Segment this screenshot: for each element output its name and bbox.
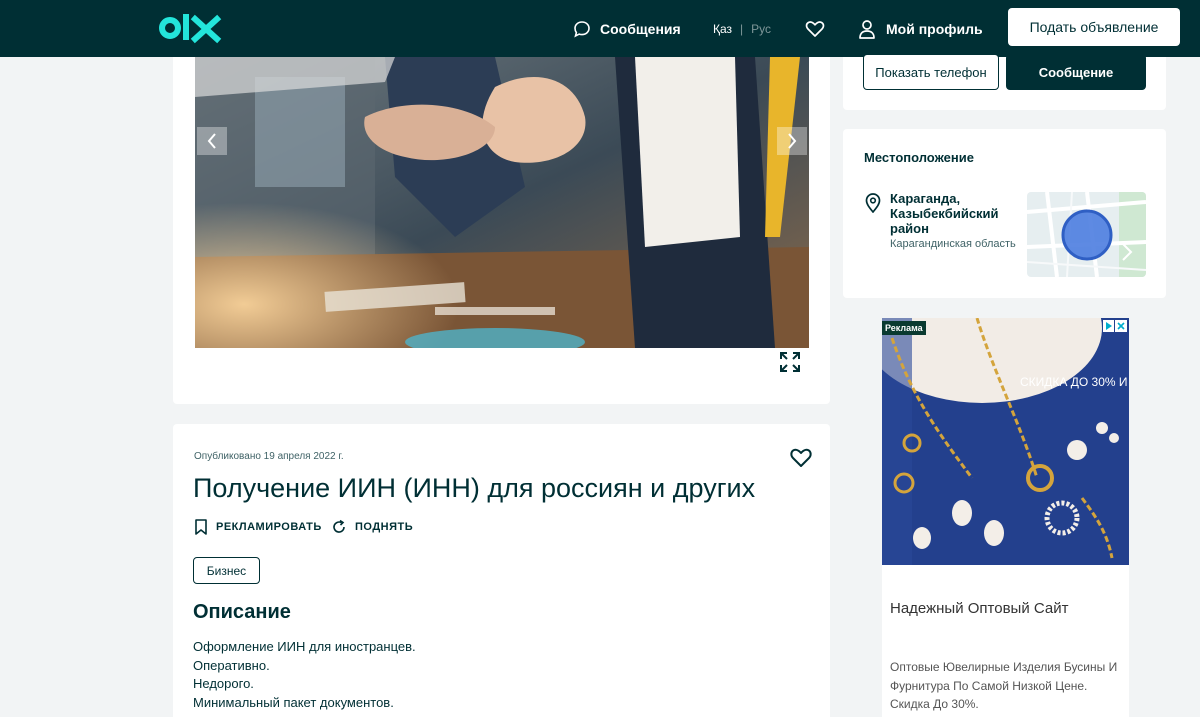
profile-label: Мой профиль <box>886 20 983 37</box>
map-thumbnail-icon <box>1027 192 1146 277</box>
bump-label: ПОДНЯТЬ <box>355 521 414 533</box>
category-tag[interactable]: Бизнес <box>193 557 260 584</box>
gallery-prev-button[interactable] <box>197 127 227 155</box>
top-header: Сообщения Қаз | Рус Мой профиль Подать о… <box>0 0 1200 57</box>
ad-label: Реклама <box>882 321 926 335</box>
favorites-link[interactable] <box>805 0 825 57</box>
messages-link[interactable]: Сообщения <box>573 0 681 57</box>
send-message-button[interactable]: Сообщение <box>1006 54 1146 90</box>
chevron-left-icon <box>207 133 216 149</box>
ad-discount-text: СКИДКА ДО 30% И <box>1020 375 1128 389</box>
advertisement[interactable]: Реклама СКИДКА ДО 30% И Надежный Оптовый… <box>882 318 1129 717</box>
language-switcher: Қаз | Рус <box>713 0 771 57</box>
heart-icon <box>805 20 825 37</box>
published-date: Опубликовано 19 апреля 2022 г. <box>194 451 344 462</box>
chevron-right-icon <box>788 133 797 149</box>
ad-choices-icon[interactable] <box>1103 320 1127 332</box>
description-text: Оформление ИИН для иностранцев. Оператив… <box>193 638 416 712</box>
location-card: Местоположение Караганда, Казыбекбийский… <box>843 129 1166 298</box>
description-line: Недорого. <box>193 676 254 691</box>
lang-rus[interactable]: Рус <box>751 22 771 36</box>
description-line: Оформление ИИН для иностранцев. <box>193 639 416 654</box>
profile-link[interactable]: Мой профиль <box>858 0 983 57</box>
chat-bubble-icon <box>574 20 590 38</box>
listing-title: Получение ИИН (ИНН) для россиян и других <box>193 473 756 503</box>
fullscreen-icon[interactable] <box>779 351 801 373</box>
olx-logo-icon[interactable] <box>159 11 223 45</box>
messages-label: Сообщения <box>600 20 681 37</box>
gallery-next-button[interactable] <box>777 127 807 155</box>
location-heading: Местоположение <box>864 150 974 165</box>
description-heading: Описание <box>193 601 291 623</box>
refresh-icon <box>333 519 345 533</box>
lang-separator: | <box>740 21 744 36</box>
post-ad-button[interactable]: Подать объявление <box>1008 8 1180 46</box>
bump-button[interactable]: ПОДНЯТЬ <box>331 519 413 535</box>
location-region: Карагандинская область <box>890 238 1016 250</box>
user-icon <box>859 19 875 39</box>
listing-details-card: Опубликовано 19 апреля 2022 г. Получение… <box>173 424 830 717</box>
contact-card: Показать телефон Сообщение <box>843 54 1166 110</box>
description-line: Оперативно. <box>193 657 270 673</box>
ad-image[interactable]: Реклама СКИДКА ДО 30% И <box>882 318 1129 565</box>
jewelry-photo-icon <box>882 318 1129 565</box>
promote-button[interactable]: РЕКЛАМИРОВАТЬ <box>194 519 322 535</box>
bookmark-icon <box>195 519 207 535</box>
show-phone-button[interactable]: Показать телефон <box>863 54 999 90</box>
handshake-photo-icon <box>195 57 809 348</box>
lang-kaz[interactable]: Қаз <box>713 22 732 36</box>
promote-label: РЕКЛАМИРОВАТЬ <box>216 521 322 533</box>
gallery-card <box>173 57 830 404</box>
listing-photo[interactable] <box>195 57 809 348</box>
description-line: Минимальный пакет документов. <box>193 694 394 710</box>
ad-headline[interactable]: Надежный Оптовый Сайт <box>890 600 1068 617</box>
location-city: Караганда, Казыбекбийский район <box>890 191 999 236</box>
favorite-heart-icon[interactable] <box>789 446 813 470</box>
location-pin-icon <box>865 193 881 213</box>
ad-description: Оптовые Ювелирные Изделия Бусины И Фурни… <box>890 660 1118 711</box>
location-map[interactable] <box>1027 192 1146 277</box>
